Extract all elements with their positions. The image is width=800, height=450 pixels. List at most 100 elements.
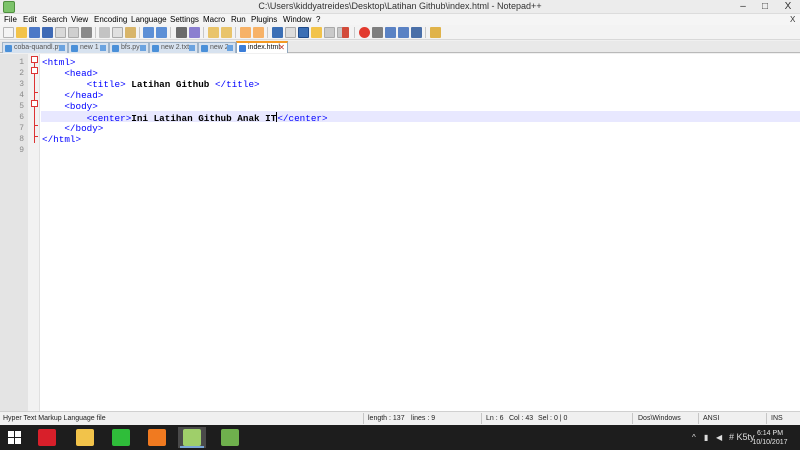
window-title: C:\Users\kiddyatreides\Desktop\Latihan G…	[258, 1, 542, 11]
code-line[interactable]: </head>	[42, 90, 103, 101]
undo-icon[interactable]	[143, 27, 154, 38]
status-lines: lines : 9	[411, 415, 436, 422]
minimize-button[interactable]: –	[733, 0, 753, 14]
file-saved-icon	[59, 45, 65, 51]
menu-view[interactable]: View	[71, 14, 88, 25]
playback-macro-icon[interactable]	[385, 27, 396, 38]
fold-toggle-html[interactable]	[31, 56, 38, 63]
menu-help[interactable]: ?	[316, 14, 320, 25]
sync-horizontal-icon[interactable]	[253, 27, 264, 38]
taskbar-app-file-explorer[interactable]	[71, 427, 99, 448]
status-encoding[interactable]: ANSI	[703, 412, 719, 425]
toolbar-separator	[95, 27, 96, 38]
code-line[interactable]: <html>	[42, 57, 75, 68]
file-saved-icon	[152, 45, 159, 52]
code-line[interactable]: </html>	[42, 134, 81, 145]
tray-network-icon[interactable]: ▮	[704, 425, 708, 450]
save-icon[interactable]	[29, 27, 40, 38]
zoom-in-icon[interactable]	[208, 27, 219, 38]
replace-icon[interactable]	[189, 27, 200, 38]
plugin-icon[interactable]	[430, 27, 441, 38]
tray-overflow-chevron-icon[interactable]: ^	[692, 425, 696, 450]
html-tag-token: <head>	[64, 68, 98, 79]
menu-settings[interactable]: Settings	[170, 14, 199, 25]
menu-search[interactable]: Search	[42, 14, 67, 25]
file-saved-icon	[227, 45, 233, 51]
close-all-icon[interactable]	[68, 27, 79, 38]
code-line[interactable]: </body>	[42, 123, 103, 134]
status-insert-mode[interactable]: INS	[771, 412, 783, 425]
word-wrap-icon[interactable]	[272, 27, 283, 38]
print-icon[interactable]	[81, 27, 92, 38]
taskbar-app-git-gui[interactable]	[216, 427, 244, 448]
status-line-number: Ln : 6	[486, 415, 504, 422]
taskbar-clock[interactable]: 6:14 PM 10/10/2017	[745, 429, 795, 447]
fold-toggle-body[interactable]	[31, 100, 38, 107]
menu-language[interactable]: Language	[131, 14, 167, 25]
active-app-indicator	[180, 446, 204, 448]
taskbar-app-xampp[interactable]	[143, 427, 171, 448]
file-saved-icon	[71, 45, 78, 52]
open-file-icon[interactable]	[16, 27, 27, 38]
code-line[interactable]: <body>	[42, 101, 98, 112]
clock-time: 6:14 PM	[756, 430, 784, 437]
status-selection: Sel : 0 | 0	[538, 415, 568, 422]
document-map-icon[interactable]	[324, 27, 335, 38]
tab-new-1[interactable]: new 1	[68, 42, 109, 53]
file-saved-icon	[201, 45, 208, 52]
status-eol-format[interactable]: Dos\Windows	[638, 412, 681, 425]
menu-macro[interactable]: Macro	[203, 14, 225, 25]
fold-toggle-head[interactable]	[31, 67, 38, 74]
tab-coba-quandl[interactable]: coba-quandl.py	[2, 42, 68, 53]
user-language-icon[interactable]	[311, 27, 322, 38]
taskbar-app-notepad-plus-plus[interactable]	[178, 427, 206, 448]
close-file-icon[interactable]	[55, 27, 66, 38]
menu-file[interactable]: File	[4, 14, 17, 25]
taskbar-app-line[interactable]	[107, 427, 135, 448]
title-bar[interactable]: C:\Users\kiddyatreides\Desktop\Latihan G…	[0, 0, 800, 14]
close-button[interactable]: X	[778, 0, 798, 14]
code-line[interactable]: <title> Latihan Github </title>	[42, 79, 260, 90]
html-tag-token: </head>	[64, 90, 104, 101]
indent-guide-icon[interactable]	[298, 27, 309, 38]
file-saved-icon	[5, 45, 12, 52]
tab-new-2[interactable]: new 2	[198, 42, 236, 53]
show-all-chars-icon[interactable]	[285, 27, 296, 38]
zoom-out-icon[interactable]	[221, 27, 232, 38]
find-icon[interactable]	[176, 27, 187, 38]
redo-icon[interactable]	[156, 27, 167, 38]
folder-workspace-icon[interactable]	[342, 27, 349, 38]
record-macro-icon[interactable]	[359, 27, 370, 38]
code-line[interactable]: <center>Ini Latihan Github Anak IT</cent…	[42, 112, 328, 124]
editor-area[interactable]: 1 2 3 4 5 6 7 8 9 <html> <head> <title> Latihan …	[0, 54, 800, 411]
html-tag-token: <body>	[64, 101, 98, 112]
menu-plugins[interactable]: Plugins	[251, 14, 277, 25]
tray-volume-icon[interactable]: ◀	[716, 425, 722, 450]
maximize-button[interactable]: □	[755, 0, 775, 14]
status-bar: Hyper Text Markup Language file length :…	[0, 411, 800, 425]
line-number: 5	[19, 102, 24, 111]
paste-icon[interactable]	[125, 27, 136, 38]
save-macro-icon[interactable]	[411, 27, 422, 38]
close-document-x-button[interactable]: X	[790, 14, 795, 25]
new-file-icon[interactable]	[3, 27, 14, 38]
menu-window[interactable]: Window	[283, 14, 311, 25]
tab-index-html[interactable]: index.html ✕	[236, 41, 288, 53]
tab-close-icon[interactable]: ✕	[278, 43, 285, 53]
run-macro-multiple-icon[interactable]	[398, 27, 409, 38]
status-file-type: Hyper Text Markup Language file	[3, 415, 106, 422]
line-icon	[112, 429, 130, 446]
sync-vertical-icon[interactable]	[240, 27, 251, 38]
cut-icon[interactable]	[99, 27, 110, 38]
menu-run[interactable]: Run	[231, 14, 246, 25]
stop-recording-icon[interactable]	[372, 27, 383, 38]
code-line[interactable]: <head>	[42, 68, 98, 79]
save-all-icon[interactable]	[42, 27, 53, 38]
menu-encoding[interactable]: Encoding	[94, 14, 127, 25]
copy-icon[interactable]	[112, 27, 123, 38]
windows-start-button[interactable]	[8, 431, 22, 445]
tab-bfs[interactable]: bfs.py	[109, 42, 149, 53]
tab-new-2-txt[interactable]: new 2.txt	[149, 42, 198, 53]
taskbar-app-opera[interactable]	[33, 427, 61, 448]
menu-edit[interactable]: Edit	[23, 14, 37, 25]
